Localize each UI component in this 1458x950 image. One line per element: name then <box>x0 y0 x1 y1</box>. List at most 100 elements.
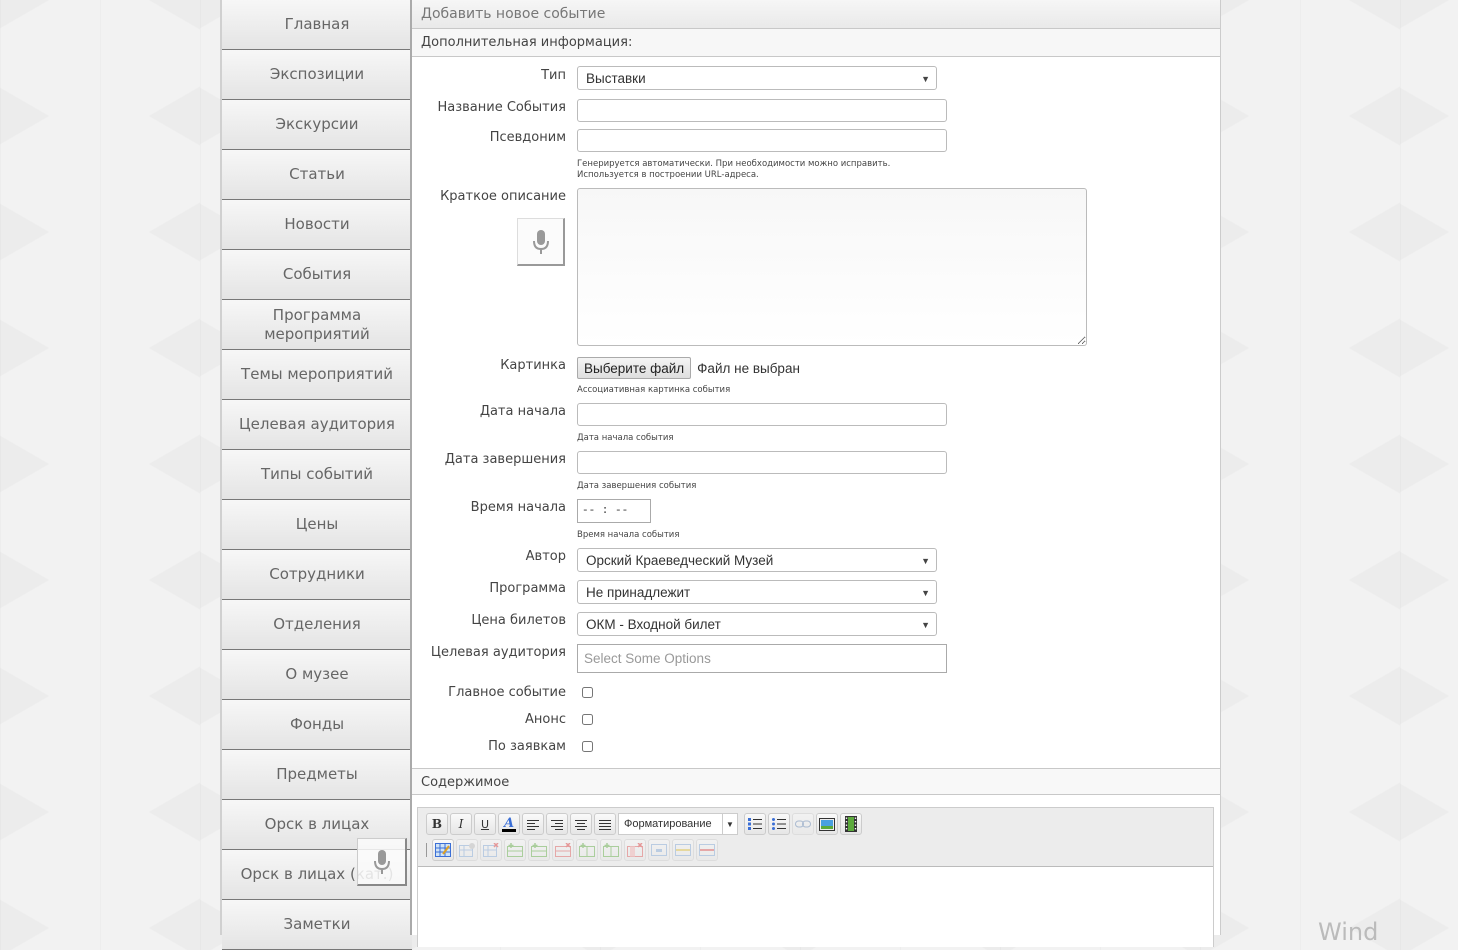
type-value: Выставки <box>586 71 646 86</box>
alias-hint-line2: Используется в построении URL-адреса. <box>577 170 759 180</box>
section-additional-info: Дополнительная информация: <box>412 29 1220 57</box>
announce-checkbox[interactable] <box>582 714 593 725</box>
unordered-list-icon[interactable] <box>768 813 790 835</box>
rich-text-editor: B I U A Форматирование ▼ <box>417 807 1214 947</box>
row-before-icon[interactable] <box>504 839 526 861</box>
panel-title: Добавить новое событие <box>412 0 1220 29</box>
col-after-icon[interactable] <box>600 839 622 861</box>
image-icon[interactable] <box>816 813 838 835</box>
microphone-icon <box>532 229 549 254</box>
price-label: Цена билетов <box>471 613 566 628</box>
voice-input-button[interactable] <box>517 218 565 266</box>
audience-multiselect[interactable]: Select Some Options <box>577 644 947 673</box>
image-label: Картинка <box>500 358 566 373</box>
microphone-icon <box>373 849 390 874</box>
align-center-icon[interactable] <box>570 813 592 835</box>
announce-label: Анонс <box>525 712 566 727</box>
sidebar-item-events[interactable]: События <box>222 250 412 300</box>
sidebar-item-audience[interactable]: Целевая аудитория <box>222 400 412 450</box>
sidebar-item-departments[interactable]: Отделения <box>222 600 412 650</box>
ordered-list-icon[interactable] <box>744 813 766 835</box>
sidebar-item-event-types[interactable]: Типы событий <box>222 450 412 500</box>
windows-activation-watermark: Wind <box>1318 918 1379 946</box>
split-cells-icon[interactable] <box>672 839 694 861</box>
by-request-label: По заявкам <box>488 739 566 754</box>
align-right-icon[interactable] <box>546 813 568 835</box>
italic-icon[interactable]: I <box>450 813 472 835</box>
add-event-panel: Добавить новое событие Дополнительная ин… <box>412 0 1221 947</box>
col-delete-icon[interactable] <box>624 839 646 861</box>
price-value: ОКМ - Входной билет <box>586 617 721 632</box>
sidebar-item-program[interactable]: Программа мероприятий <box>222 300 412 350</box>
table-insert-icon[interactable] <box>432 839 454 861</box>
row-delete-icon[interactable] <box>552 839 574 861</box>
sidebar-item-news[interactable]: Новости <box>222 200 412 250</box>
date-end-label: Дата завершения <box>444 452 566 467</box>
time-start-hint: Время начала события <box>577 530 680 540</box>
text-color-icon[interactable]: A <box>498 813 520 835</box>
type-label: Тип <box>541 68 566 83</box>
sidebar-item-home[interactable]: Главная <box>222 0 412 50</box>
field-author: Автор Орский Краеведческий Музей ▼ <box>412 548 1220 572</box>
table-props-icon[interactable] <box>456 839 478 861</box>
align-left-icon[interactable] <box>522 813 544 835</box>
sidebar-item-staff[interactable]: Сотрудники <box>222 550 412 600</box>
alias-hint: Генерируется автоматически. При необходи… <box>577 159 890 181</box>
sidebar-item-about[interactable]: О музее <box>222 650 412 700</box>
program-select[interactable]: Не принадлежит ▼ <box>577 580 937 604</box>
field-price: Цена билетов ОКМ - Входной билет ▼ <box>412 612 1220 636</box>
sidebar-nav: Главная Экспозиции Экскурсии Статьи Ново… <box>220 0 412 950</box>
price-select[interactable]: ОКМ - Входной билет ▼ <box>577 612 937 636</box>
toolbar-row-2 <box>426 839 718 861</box>
bold-icon[interactable]: B <box>426 813 448 835</box>
alias-label: Псевдоним <box>489 130 566 145</box>
author-select[interactable]: Орский Краеведческий Музей ▼ <box>577 548 937 572</box>
sidebar-item-items[interactable]: Предметы <box>222 750 412 800</box>
section-content: Содержимое <box>412 768 1220 795</box>
underline-icon[interactable]: U <box>474 813 496 835</box>
merge-cells-icon[interactable] <box>648 839 670 861</box>
type-select[interactable]: Выставки ▼ <box>577 66 937 90</box>
date-end-input[interactable] <box>577 451 947 474</box>
choose-file-button[interactable]: Выберите файл <box>577 357 692 379</box>
table-delete-icon[interactable] <box>480 839 502 861</box>
sidebar-item-topics[interactable]: Темы мероприятий <box>222 350 412 400</box>
short-desc-textarea[interactable] <box>577 188 1087 346</box>
sidebar-item-prices[interactable]: Цены <box>222 500 412 550</box>
chevron-down-icon: ▼ <box>921 588 930 598</box>
time-start-input[interactable]: -- : -- <box>577 499 651 523</box>
row-after-icon[interactable] <box>528 839 550 861</box>
event-name-input[interactable] <box>577 99 947 122</box>
file-status: Файл не выбран <box>697 360 800 376</box>
sidebar-item-excursions[interactable]: Экскурсии <box>222 100 412 150</box>
floating-voice-button[interactable] <box>357 838 407 886</box>
link-icon[interactable] <box>792 813 814 835</box>
format-label: Форматирование <box>624 818 712 830</box>
chevron-down-icon: ▼ <box>921 556 930 566</box>
sidebar-item-expositions[interactable]: Экспозиции <box>222 50 412 100</box>
video-icon[interactable] <box>840 813 862 835</box>
by-request-checkbox[interactable] <box>582 741 593 752</box>
date-end-hint: Дата завершения события <box>577 481 697 491</box>
toolbar-separator <box>426 843 427 857</box>
image-hint: Ассоциативная картинка события <box>577 385 731 395</box>
chevron-down-icon: ▼ <box>921 620 930 630</box>
program-value: Не принадлежит <box>586 585 691 600</box>
file-input: Выберите файл Файл не выбран <box>577 357 800 379</box>
editor-content-area[interactable] <box>418 867 1213 947</box>
chevron-down-icon: ▼ <box>921 74 930 84</box>
date-start-label: Дата начала <box>479 404 566 419</box>
format-dropdown[interactable]: Форматирование ▼ <box>618 813 738 835</box>
sidebar-item-funds[interactable]: Фонды <box>222 700 412 750</box>
main-event-checkbox[interactable] <box>582 687 593 698</box>
field-program: Программа Не принадлежит ▼ <box>412 580 1220 604</box>
alias-input[interactable] <box>577 129 947 152</box>
delete-cell-icon[interactable] <box>696 839 718 861</box>
align-justify-icon[interactable] <box>594 813 616 835</box>
col-before-icon[interactable] <box>576 839 598 861</box>
audience-label: Целевая аудитория <box>430 645 566 660</box>
sidebar-item-notes[interactable]: Заметки <box>222 900 412 950</box>
date-start-input[interactable] <box>577 403 947 426</box>
sidebar-item-articles[interactable]: Статьи <box>222 150 412 200</box>
editor-toolbar: B I U A Форматирование ▼ <box>418 808 1213 867</box>
